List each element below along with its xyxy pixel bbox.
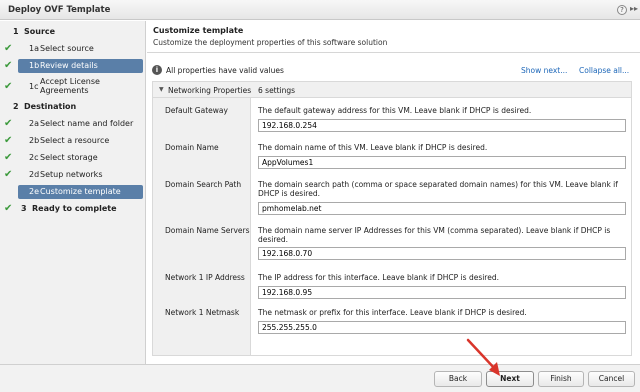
cancel-button[interactable]: Cancel xyxy=(588,371,635,387)
finish-button[interactable]: Finish xyxy=(538,371,584,387)
step-label: Accept License Agreements xyxy=(40,77,100,95)
property-description: The netmask or prefix for this interface… xyxy=(258,308,527,317)
step-number: 1a xyxy=(29,44,39,53)
check-icon: ✔ xyxy=(4,60,13,71)
properties-grid: ▼ Networking Properties 6 settings Defau… xyxy=(152,81,632,356)
step-number: 3 xyxy=(21,204,27,213)
step-number: 2b xyxy=(29,136,40,145)
property-label: Domain Name xyxy=(165,143,219,152)
step-label: Destination xyxy=(24,102,77,111)
main-panel: Customize template Customize the deploym… xyxy=(147,21,640,364)
property-label: Network 1 Netmask xyxy=(165,308,240,317)
window-title: Deploy OVF Template xyxy=(8,5,111,15)
step-number: 2d xyxy=(29,170,40,179)
domain-name-servers-input[interactable] xyxy=(258,247,626,260)
step-number: 1 xyxy=(13,27,19,36)
step-label: Select storage xyxy=(40,153,98,162)
step-setup-networks[interactable]: ✔ 2d Setup networks xyxy=(0,168,146,182)
property-description: The IP address for this interface. Leave… xyxy=(258,273,499,282)
group-header-networking[interactable]: ▼ Networking Properties 6 settings xyxy=(153,82,631,98)
step-review-details[interactable]: 1b Review details xyxy=(18,59,143,73)
step-number: 2 xyxy=(13,102,19,111)
step-label: Select a resource xyxy=(40,136,110,145)
network1-ip-input[interactable] xyxy=(258,286,626,299)
check-icon: ✔ xyxy=(4,152,13,163)
check-icon: ✔ xyxy=(4,43,13,54)
property-label: Domain Search Path xyxy=(165,180,242,189)
property-description: The domain name of this VM. Leave blank … xyxy=(258,143,488,152)
info-icon: i xyxy=(152,65,162,75)
wizard-steps-sidebar: 1 Source ✔ 1a Select source ✔ 1b Review … xyxy=(0,21,146,364)
help-icon[interactable]: ? xyxy=(617,5,627,15)
step-customize-template[interactable]: 2e Customize template xyxy=(18,185,143,199)
step-number: 1c xyxy=(29,82,39,91)
property-description: The default gateway address for this VM.… xyxy=(258,106,532,115)
step-number: 2e xyxy=(29,187,40,196)
expand-icon[interactable]: ▸▸ xyxy=(630,4,638,13)
property-label: Domain Name Servers xyxy=(165,226,250,235)
step-label: Customize template xyxy=(40,187,121,196)
step-source: 1 Source xyxy=(0,25,146,39)
step-label: Select name and folder xyxy=(40,119,134,128)
domain-search-path-input[interactable] xyxy=(258,202,626,215)
page-subtitle: Customize the deployment properties of t… xyxy=(153,38,388,47)
domain-name-input[interactable] xyxy=(258,156,626,169)
step-number: 2c xyxy=(29,153,39,162)
step-label: Setup networks xyxy=(40,170,103,179)
collapse-triangle-icon[interactable]: ▼ xyxy=(159,86,164,93)
property-label: Default Gateway xyxy=(165,106,228,115)
collapse-all-link[interactable]: Collapse all... xyxy=(579,66,629,75)
check-icon: ✔ xyxy=(4,203,13,214)
step-number: 2a xyxy=(29,119,39,128)
step-accept-license[interactable]: ✔ 1c Accept License Agreements xyxy=(0,76,146,98)
next-button[interactable]: Next xyxy=(486,371,534,387)
back-button[interactable]: Back xyxy=(434,371,482,387)
network1-netmask-input[interactable] xyxy=(258,321,626,334)
page-title: Customize template xyxy=(153,26,244,35)
step-select-source[interactable]: ✔ 1a Select source xyxy=(0,42,146,56)
property-description: The domain name server IP Addresses for … xyxy=(258,226,611,244)
step-ready-to-complete[interactable]: ✔ 3 Ready to complete xyxy=(0,202,146,216)
check-icon: ✔ xyxy=(4,135,13,146)
check-icon: ✔ xyxy=(4,169,13,180)
step-label: Source xyxy=(24,27,56,36)
step-label: Ready to complete xyxy=(32,204,117,213)
title-bar: Deploy OVF Template ? ▸▸ xyxy=(0,0,640,20)
property-label: Network 1 IP Address xyxy=(165,273,245,282)
validation-status-text: All properties have valid values xyxy=(166,66,284,75)
step-select-name-folder[interactable]: ✔ 2a Select name and folder xyxy=(0,117,146,131)
check-icon: ✔ xyxy=(4,81,13,92)
step-select-resource[interactable]: ✔ 2b Select a resource xyxy=(0,134,146,148)
group-count: 6 settings xyxy=(258,86,296,95)
group-name: Networking Properties xyxy=(168,86,252,95)
step-label: Select source xyxy=(40,44,94,53)
step-number: 1b xyxy=(29,61,40,70)
step-destination: 2 Destination xyxy=(0,100,146,114)
property-description: The domain search path (comma or space s… xyxy=(258,180,618,198)
default-gateway-input[interactable] xyxy=(258,119,626,132)
show-next-link[interactable]: Show next... xyxy=(521,66,567,75)
check-icon: ✔ xyxy=(4,118,13,129)
step-label: Review details xyxy=(40,61,98,70)
step-select-storage[interactable]: ✔ 2c Select storage xyxy=(0,151,146,165)
divider xyxy=(147,52,640,53)
